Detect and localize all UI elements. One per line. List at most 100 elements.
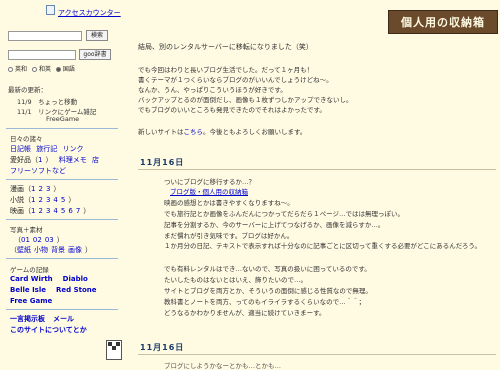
radio-selected-icon (55, 67, 61, 72)
manga-row: 漫画（1 2 3） (10, 185, 61, 193)
entry-line: ついにブログに移行するか…？ (164, 178, 255, 186)
divider (6, 128, 118, 129)
manga-link-3[interactable]: 3 (46, 185, 50, 193)
photo-link-02[interactable]: 02 (33, 236, 42, 244)
misc-row: 一言掲示板 メール (10, 314, 77, 324)
novel-link-4[interactable]: 4 (53, 196, 57, 204)
accessory-link[interactable]: 小物 (34, 246, 48, 254)
games-section-title: ゲームの記録 (10, 266, 49, 274)
photo-link-01[interactable]: 01 (21, 236, 30, 244)
daily-row: 日記帳 旅行記 リンク (10, 144, 86, 154)
divider (6, 258, 118, 259)
entry-line: でも有料レンタルはでき…ないので、写真の扱いに困っているのです。 (164, 265, 371, 273)
card-wirth-link[interactable]: Card Wirth (10, 275, 53, 283)
manga-link-1[interactable]: 1 (31, 185, 35, 193)
movie-link-7[interactable]: 7 (76, 207, 80, 215)
recent-update-item: 11/9 ちょっと移動 (17, 98, 78, 106)
divider (6, 309, 118, 310)
notice-line: なんか、うん、やっぱりこういうほうが好きです。 (138, 86, 287, 94)
wallpaper-link[interactable]: 壁紙 (17, 246, 31, 254)
photo-section-title: 写真＋素材 (10, 226, 43, 234)
movie-link-5[interactable]: 5 (61, 207, 65, 215)
recent-updates-title: 最新の更新： (8, 86, 47, 94)
manga-link-2[interactable]: 2 (38, 185, 42, 193)
photo-link-03[interactable]: 03 (45, 236, 54, 244)
bbs-link[interactable]: 一言掲示板 (10, 315, 45, 323)
radio-eiwa[interactable]: 英和 (8, 66, 27, 73)
access-counter-link[interactable]: アクセスカウンター (58, 8, 121, 18)
notice-line: 書くテーマが１つくらいならブログのがいいんでしょうけどね〜。 (138, 76, 333, 84)
mail-link[interactable]: メール (53, 315, 74, 323)
material-row: （壁紙 小物 背景 画像） (10, 246, 92, 254)
notice-title: 結局、別のレンタルサーバーに移転になりました（笑） (138, 43, 313, 51)
entry-line: 映画の感想とかは書きやすくなりますね〜。 (164, 199, 294, 207)
new-site-link[interactable]: こちら (184, 128, 204, 136)
games-row: Free Game (10, 297, 55, 305)
entry-line: サイトとブログを両方とか、そういうの面倒に感じる性質なので無理。 (164, 287, 372, 295)
radio-kokugo[interactable]: 国語 (55, 66, 75, 73)
novel-link-3[interactable]: 3 (46, 196, 50, 204)
movie-row: 映画（1 2 3 4 5 6 7） (10, 207, 91, 215)
movie-link-3[interactable]: 3 (46, 207, 50, 215)
free-game-link[interactable]: Free Game (10, 297, 52, 305)
recent-update-sub: FreeGame (46, 115, 80, 123)
radio-circle-icon (31, 67, 37, 72)
entry-line: 教科書とノートを両方、ってのもイライラするくらいなので…＾＾； (164, 298, 366, 306)
blog-version-link[interactable]: ブログ版・個人用の収納箱 (170, 186, 248, 196)
entry-date-header: 11月16日 (140, 343, 185, 352)
search-button[interactable]: 検索 (86, 30, 108, 41)
entry-line: １か月分の日記、テキストで表示すれば十分なのに記事ごとに区切って重くする必要がど… (164, 242, 482, 250)
radio-waei[interactable]: 和英 (31, 66, 51, 73)
cooking-memo-link[interactable]: 料理メモ (59, 156, 87, 164)
entry-line: どうなるかわかりませんが、適当に続けていきまーす。 (164, 309, 326, 317)
shop-link[interactable]: 店 (92, 156, 99, 164)
sidebar: アクセスカウンター 検索 goo辞書 英和 和英 国語 最新の更新： 11/9 … (0, 0, 124, 366)
diary-link[interactable]: 日記帳 (10, 145, 31, 153)
games-row: Card Wirth Diablo (10, 275, 91, 283)
novel-link-1[interactable]: 1 (31, 196, 35, 204)
image-link[interactable]: 画像 (68, 246, 82, 254)
divider (6, 179, 118, 180)
counter-icon (46, 5, 55, 15)
qr-code-icon (106, 340, 122, 360)
favorites-row: 愛好品（1） 料理メモ 店 (10, 156, 99, 164)
movie-link-4[interactable]: 4 (53, 207, 57, 215)
freesoft-row: フリーソフトなど (10, 166, 69, 176)
favorites-link-1[interactable]: 1 (38, 156, 42, 164)
movie-link-6[interactable]: 6 (68, 207, 72, 215)
red-stone-link[interactable]: Red Stone (56, 286, 97, 294)
travel-link[interactable]: 旅行記 (36, 145, 57, 153)
dictionary-type-radios: 英和 和英 国語 (8, 64, 75, 73)
novel-row: 小説（1 2 3 4 5） (10, 196, 76, 204)
divider (6, 219, 118, 220)
entry-line: でも旅行記とか画像をふんだんにつかってだらだら１ページ…ではは無理っぽい。 (164, 210, 405, 218)
diablo-link[interactable]: Diablo (63, 275, 88, 283)
notice-line: バックアップとるのが面倒だし、画像も１枚ずつしかアップできないし。 (138, 96, 353, 104)
dictionary-input[interactable] (8, 50, 76, 60)
photo-row: （01 02 03） (14, 236, 64, 244)
movie-link-2[interactable]: 2 (38, 207, 42, 215)
entry-line: 記事を分割するか、今のサーバーに上げてつなげるか、画像を減らすか…。 (164, 221, 385, 229)
about-row: このサイトについてとか (10, 325, 90, 335)
novel-link-5[interactable]: 5 (61, 196, 65, 204)
notice-line: でもブログのいいところも発見できたのでそれはよかったです。 (138, 106, 326, 114)
site-logo: 個人用の収納箱 (388, 10, 498, 34)
notice-line: でも今回はわりと長いブログ生活でした。だって１ヶ月も！ (138, 66, 314, 74)
belle-isle-link[interactable]: Belle Isle (10, 286, 46, 294)
entry-line: たいしたものはないとはいえ、飾りたいので…。 (164, 276, 307, 284)
freesoft-link[interactable]: フリーソフトなど (10, 167, 66, 175)
new-site-line: 新しいサイトはこちら。今後ともよろしくお願いします。 (138, 128, 307, 136)
links-link[interactable]: リンク (62, 145, 83, 153)
background-link[interactable]: 背景 (51, 246, 65, 254)
search-input[interactable] (8, 31, 82, 41)
divider (138, 354, 496, 355)
novel-link-2[interactable]: 2 (38, 196, 42, 204)
games-row: Belle Isle Red Stone (10, 286, 100, 294)
entry-line: まだ慣れが引き気味です。ブログは好かん。 (164, 232, 294, 240)
radio-circle-icon (8, 67, 13, 72)
daily-section-title: 日々の諸々 (10, 135, 43, 143)
dictionary-button[interactable]: goo辞書 (79, 49, 111, 60)
divider (138, 169, 496, 170)
movie-link-1[interactable]: 1 (31, 207, 35, 215)
about-site-link[interactable]: このサイトについてとか (10, 326, 87, 334)
